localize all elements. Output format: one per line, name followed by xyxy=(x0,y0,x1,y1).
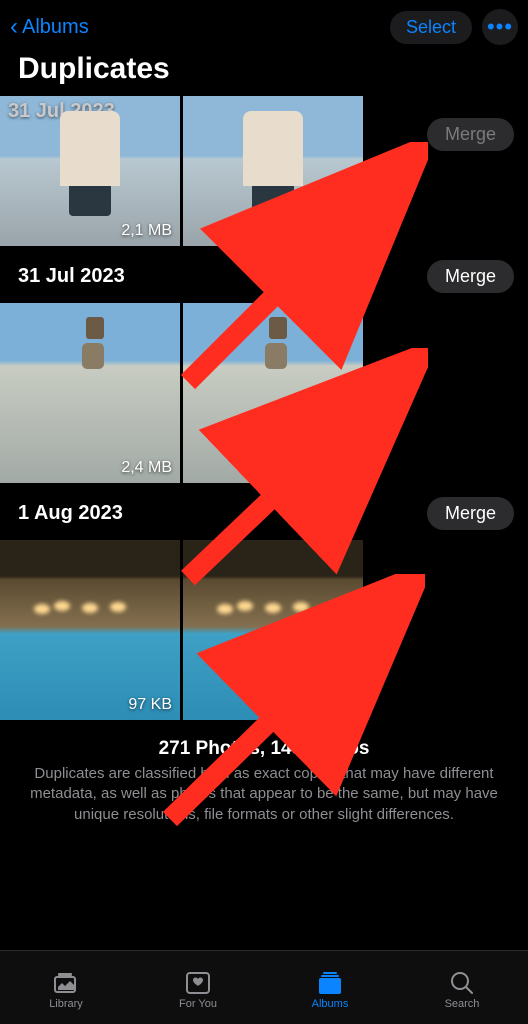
stats-description: Duplicates are classified both as exact … xyxy=(12,764,516,825)
group-header: 1 Aug 2023 Merge xyxy=(0,483,528,540)
file-size-label: 2,4 MB xyxy=(121,459,172,477)
tab-search[interactable]: Search xyxy=(396,970,528,1010)
back-label: Albums xyxy=(22,16,89,39)
merge-button[interactable]: Merge xyxy=(427,497,514,530)
navigation-bar: ‹ Albums Select ••• xyxy=(0,0,528,48)
merge-button[interactable]: Merge xyxy=(427,260,514,293)
photo-thumbnail[interactable]: 31 Jul 2023 2,1 MB xyxy=(0,96,180,246)
tab-for-you[interactable]: For You xyxy=(132,970,264,1010)
back-button[interactable]: ‹ Albums xyxy=(10,15,89,39)
tab-label: Search xyxy=(445,998,480,1010)
thumbnail-row: 2,4 MB 510 KB xyxy=(0,303,528,483)
group-date-overlay: 31 Jul 2023 xyxy=(8,100,115,123)
albums-icon xyxy=(315,970,345,996)
merge-button[interactable]: Merge xyxy=(427,118,514,151)
duplicate-group: 31 Jul 2023 Merge 2,4 MB 510 KB xyxy=(0,246,528,483)
footer-stats: 271 Photos, 148 Videos Duplicates are cl… xyxy=(0,720,528,831)
library-icon xyxy=(51,970,81,996)
for-you-icon xyxy=(183,970,213,996)
duplicates-content: Merge 31 Jul 2023 2,1 MB 4 KB 31 Jul 202… xyxy=(0,96,528,831)
photo-thumbnail[interactable]: 510 KB xyxy=(183,303,363,483)
photo-thumbnail[interactable]: 97 KB xyxy=(0,540,180,720)
tab-library[interactable]: Library xyxy=(0,970,132,1010)
search-icon xyxy=(447,970,477,996)
nav-actions: Select ••• xyxy=(390,9,518,45)
file-size-label: 510 KB xyxy=(303,459,355,477)
page-title: Duplicates xyxy=(0,48,528,96)
photo-thumbnail[interactable]: 96 KB xyxy=(183,540,363,720)
select-button[interactable]: Select xyxy=(390,11,472,44)
tab-label: For You xyxy=(179,998,217,1010)
file-size-label: 2,1 MB xyxy=(121,222,172,240)
file-size-label: 4 KB xyxy=(320,222,355,240)
duplicate-group: 1 Aug 2023 Merge 97 KB 96 KB xyxy=(0,483,528,720)
file-size-label: 97 KB xyxy=(128,696,172,714)
stats-summary: 271 Photos, 148 Videos xyxy=(12,738,516,760)
ellipsis-icon: ••• xyxy=(487,14,513,40)
thumbnail-row: 97 KB 96 KB xyxy=(0,540,528,720)
tab-label: Library xyxy=(49,998,83,1010)
more-button[interactable]: ••• xyxy=(482,9,518,45)
group-date: 1 Aug 2023 xyxy=(18,502,123,525)
tab-bar: Library For You Albums Search xyxy=(0,950,528,1024)
photo-thumbnail[interactable]: 4 KB xyxy=(183,96,363,246)
chevron-left-icon: ‹ xyxy=(10,15,18,39)
duplicate-group: Merge 31 Jul 2023 2,1 MB 4 KB xyxy=(0,96,528,246)
group-header: 31 Jul 2023 Merge xyxy=(0,246,528,303)
group-date: 31 Jul 2023 xyxy=(18,265,125,288)
tab-albums[interactable]: Albums xyxy=(264,970,396,1010)
photo-thumbnail[interactable]: 2,4 MB xyxy=(0,303,180,483)
file-size-label: 96 KB xyxy=(311,696,355,714)
tab-label: Albums xyxy=(312,998,349,1010)
